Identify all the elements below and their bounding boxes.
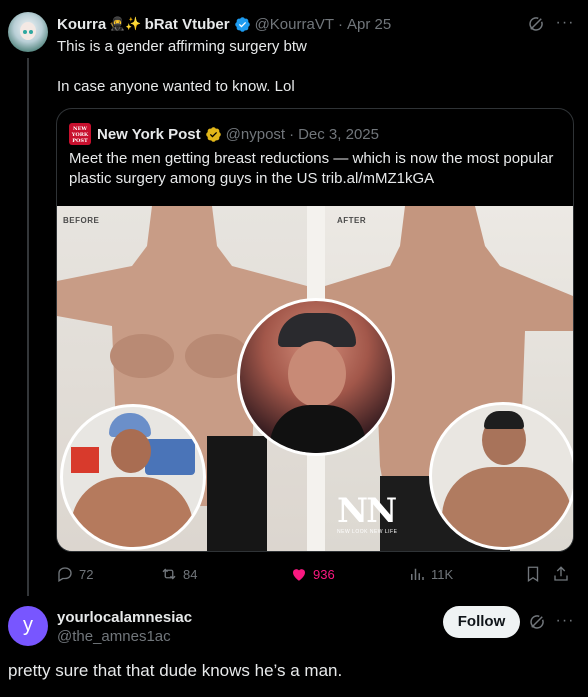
bookmark-button[interactable]	[524, 562, 547, 586]
author-handle[interactable]: @KourraVT	[255, 16, 334, 33]
watermark-tagline: NEW LOOK NEW LIFE	[337, 529, 398, 535]
reply-author-avatar[interactable]: y	[8, 606, 48, 646]
repost-icon	[162, 568, 176, 580]
tweet-text-line: This is a gender affirming surgery btw	[57, 38, 307, 55]
author-emoji: 🥷✨	[109, 16, 142, 31]
red-bin	[71, 447, 99, 473]
author-avatar[interactable]	[8, 12, 48, 52]
avatar-eye	[23, 30, 27, 34]
author-name-suffix[interactable]: bRat Vtuber	[145, 16, 230, 33]
tweet-header: Kourra 🥷✨ bRat Vtuber @KourraVT · Apr 25	[57, 14, 391, 34]
quoted-author-handle[interactable]: @nypost	[226, 126, 285, 143]
reply-count: 72	[79, 566, 94, 582]
post-op-inset	[429, 402, 573, 550]
before-label: BEFORE	[63, 216, 100, 225]
tweet-text-line	[57, 57, 577, 77]
reply-button[interactable]: 72	[56, 562, 93, 586]
heart-icon	[293, 569, 305, 581]
grok-icon[interactable]	[528, 613, 546, 631]
verified-badge-icon	[234, 16, 250, 32]
patient-hair	[484, 411, 524, 429]
reply-text: pretty sure that that dude knows he’s a …	[8, 661, 343, 680]
quoted-tweet-card[interactable]: NEW YORK POST New York Post @nypost · De…	[56, 108, 574, 552]
reply-author-handle[interactable]: @the_amnes1ac	[57, 628, 171, 645]
reply-icon	[58, 567, 72, 582]
follow-button[interactable]: Follow	[443, 606, 520, 638]
like-count: 936	[313, 566, 335, 582]
separator-dot: ·	[338, 15, 343, 33]
quoted-tweet-media[interactable]: BEFORE AFTER NN NEW LOOK NEW LIFE	[57, 206, 573, 551]
more-options-icon[interactable]: ···	[555, 13, 575, 33]
view-count: 11K	[431, 566, 454, 582]
thread-line	[27, 58, 29, 596]
share-icon	[554, 566, 568, 581]
pre-op-inset	[60, 404, 206, 550]
views-button[interactable]: 11K	[408, 562, 453, 586]
avatar-eye	[29, 30, 33, 34]
grok-icon[interactable]	[527, 15, 545, 33]
patient-torso-after	[442, 467, 572, 547]
more-options-icon[interactable]: ···	[555, 611, 575, 631]
selfie-inset	[237, 298, 395, 456]
bookmark-icon	[527, 566, 539, 583]
watermark-logo: NN	[337, 491, 397, 531]
patient-torso	[71, 477, 193, 547]
separator-dot: ·	[289, 125, 295, 143]
author-name[interactable]: Kourra	[57, 16, 106, 33]
quoted-tweet-header: New York Post @nypost · Dec 3, 2025	[97, 123, 379, 145]
nypost-avatar[interactable]: NEW YORK POST	[69, 123, 91, 145]
tweet-time[interactable]: Apr 25	[347, 16, 391, 33]
patient-face	[111, 429, 151, 473]
quoted-tweet-time[interactable]: Dec 3, 2025	[298, 126, 379, 143]
verified-gold-badge-icon	[205, 126, 221, 142]
quoted-tweet-text: Meet the men getting breast reductions —…	[69, 150, 554, 187]
share-button[interactable]	[552, 562, 575, 586]
repost-button[interactable]: 84	[160, 562, 197, 586]
views-icon	[411, 568, 424, 580]
wall-cabinet	[145, 439, 195, 475]
face-shape	[288, 341, 346, 407]
tweet-actions: 72 84 936 11K	[56, 562, 576, 586]
after-label: AFTER	[337, 216, 367, 225]
shirt-shape	[270, 405, 366, 453]
tweet-text: This is a gender affirming surgery btw I…	[57, 37, 577, 97]
reply-author-name[interactable]: yourlocalamnesiac	[57, 609, 192, 626]
tweet-text-line: In case anyone wanted to know. Lol	[57, 78, 295, 95]
like-button[interactable]: 936	[290, 562, 335, 586]
repost-count: 84	[183, 566, 198, 582]
quoted-author-name[interactable]: New York Post	[97, 126, 201, 143]
